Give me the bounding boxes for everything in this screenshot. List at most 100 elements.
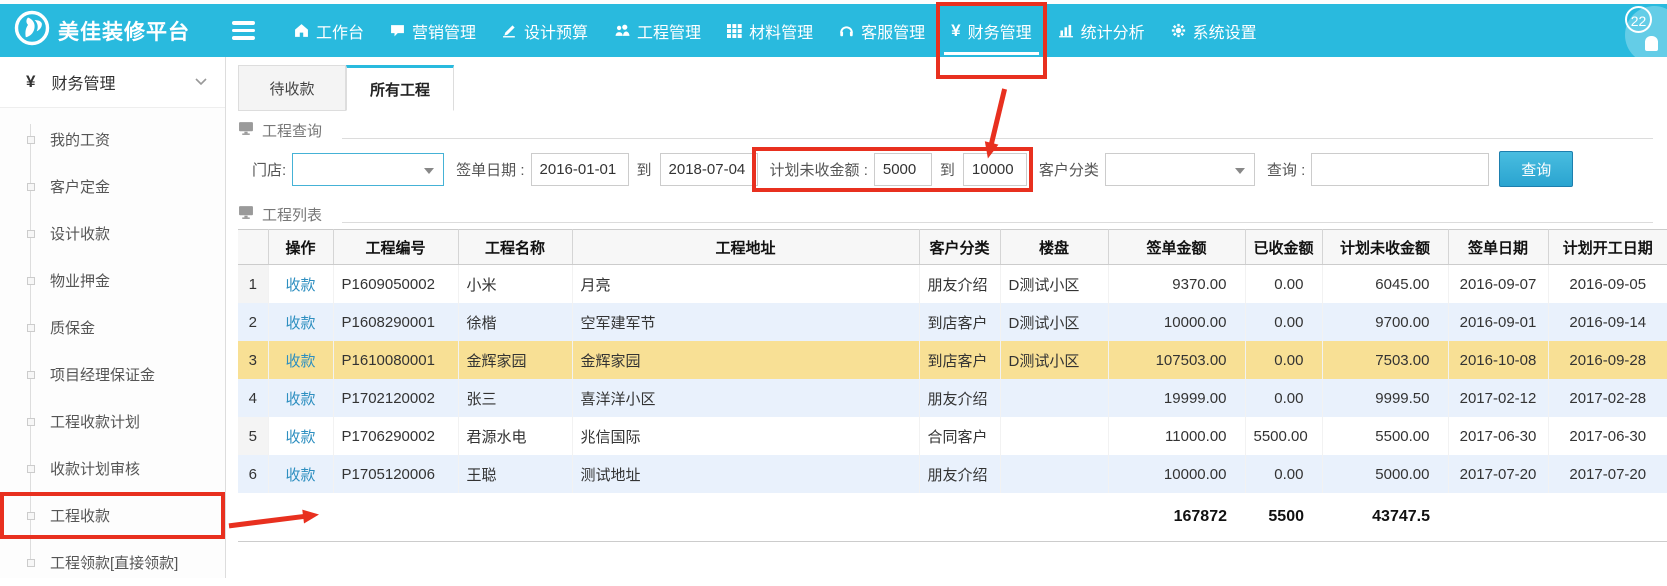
cell-estate: D测试小区 <box>1000 265 1108 304</box>
cell-category: 朋友介绍 <box>919 455 1000 493</box>
notification-badge[interactable]: 22 <box>1625 6 1667 64</box>
tab-all-projects[interactable]: 所有工程 <box>346 65 454 111</box>
cell-address: 空军建军节 <box>572 303 919 341</box>
cell-category: 到店客户 <box>919 341 1000 379</box>
column-header-received: 已收金额 <box>1245 230 1322 265</box>
sidebar-item-project-collection[interactable]: 工程收款 <box>0 492 225 539</box>
table-row[interactable]: 4收款P1702120002张三喜洋洋小区朋友介绍19999.000.00999… <box>238 379 1667 417</box>
column-header-planned: 计划未收金额 <box>1322 230 1448 265</box>
totals-row: 167872550043747.5 <box>238 493 1667 542</box>
sidebar-item-label: 我的工资 <box>50 129 110 150</box>
nav-item-customer-service[interactable]: 客服管理 <box>826 4 938 57</box>
menu-toggle-icon[interactable] <box>232 17 255 44</box>
to-label: 到 <box>940 159 955 180</box>
nav-item-statistics[interactable]: 统计分析 <box>1045 4 1158 57</box>
dropdown-arrow-icon <box>1235 168 1245 174</box>
store-label: 门店: <box>252 159 286 180</box>
collect-payment-link[interactable]: 收款 <box>285 353 315 370</box>
cell-index: 5 <box>238 417 268 455</box>
grid-icon <box>727 23 742 38</box>
sidebar-item-pm-guarantee[interactable]: 项目经理保证金 <box>0 351 225 398</box>
list-section-title: 工程列表 <box>238 201 1667 227</box>
table-row[interactable]: 2收款P1608290001徐楷空军建军节到店客户D测试小区10000.000.… <box>238 303 1667 341</box>
sidebar-item-label: 工程领款[直接领款] <box>50 552 178 573</box>
nav-item-label: 财务管理 <box>968 19 1032 43</box>
planned-amount-to-input[interactable] <box>963 153 1027 186</box>
top-nav: 工作台营销管理 设计预算 工程管理材料管理客服管理¥财务管理统计分析系统设置 <box>281 4 1270 57</box>
column-header-start_date: 计划开工日期 <box>1548 230 1667 265</box>
nav-item-marketing[interactable]: 营销管理 <box>377 4 489 57</box>
table-row[interactable]: 5收款P1706290002君源水电兆信国际合同客户11000.005500.0… <box>238 417 1667 455</box>
sidebar-item-label: 工程收款计划 <box>50 411 140 432</box>
collect-payment-link[interactable]: 收款 <box>285 277 315 294</box>
cell-index: 4 <box>238 379 268 417</box>
planned-amount-label: 计划未收金额 : <box>770 159 868 180</box>
cell-estate <box>1000 379 1108 417</box>
store-select[interactable] <box>292 153 444 186</box>
gear-icon <box>1171 23 1186 38</box>
nav-item-finance[interactable]: ¥财务管理 <box>938 4 1044 57</box>
search-button[interactable]: 查询 <box>1499 151 1573 187</box>
category-select[interactable] <box>1105 153 1255 186</box>
sidebar-item-project-withdrawal[interactable]: 工程领款[直接领款] <box>0 539 225 586</box>
collect-payment-link[interactable]: 收款 <box>285 391 315 408</box>
cell-action: 收款 <box>268 303 333 341</box>
cell-planned: 5500.00 <box>1322 417 1448 455</box>
keyword-input[interactable] <box>1311 153 1489 186</box>
sidebar-item-my-salary[interactable]: 我的工资 <box>0 116 225 163</box>
sidebar-menu: 我的工资客户定金设计收款物业押金质保金项目经理保证金工程收款计划收款计划审核工程… <box>0 108 225 586</box>
table-row[interactable]: 6收款P1705120006王聪测试地址朋友介绍10000.000.005000… <box>238 455 1667 493</box>
nav-item-settings[interactable]: 系统设置 <box>1158 4 1270 57</box>
table-row[interactable]: 1收款P1609050002小米月亮朋友介绍D测试小区9370.000.0060… <box>238 265 1667 304</box>
cell-received: 0.00 <box>1245 303 1322 341</box>
cell-category: 朋友介绍 <box>919 265 1000 304</box>
cell-planned: 6045.00 <box>1322 265 1448 304</box>
cell-name: 王聪 <box>458 455 572 493</box>
total-signed: 167872 <box>1108 493 1245 542</box>
cell-estate <box>1000 455 1108 493</box>
collect-payment-link[interactable]: 收款 <box>285 315 315 332</box>
cell-sign_date: 2017-06-30 <box>1448 417 1548 455</box>
keyword-label: 查询 : <box>1267 159 1305 180</box>
cell-estate <box>1000 417 1108 455</box>
table-row[interactable]: 3收款P1610080001金辉家园金辉家园到店客户D测试小区107503.00… <box>238 341 1667 379</box>
nav-item-materials[interactable]: 材料管理 <box>714 4 826 57</box>
column-header-signed: 签单金额 <box>1108 230 1245 265</box>
cell-received: 0.00 <box>1245 455 1322 493</box>
nav-item-workbench[interactable]: 工作台 <box>281 4 377 57</box>
cell-estate: D测试小区 <box>1000 303 1108 341</box>
planned-amount-from-input[interactable] <box>874 153 932 186</box>
cell-start_date: 2017-06-30 <box>1548 417 1667 455</box>
sidebar-item-collection-plan-review[interactable]: 收款计划审核 <box>0 445 225 492</box>
cell-action: 收款 <box>268 455 333 493</box>
brand[interactable]: 美佳装修平台 <box>0 10 226 51</box>
sidebar-item-customer-deposit[interactable]: 客户定金 <box>0 163 225 210</box>
sidebar-item-warranty-deposit[interactable]: 质保金 <box>0 304 225 351</box>
sidebar-header-finance[interactable]: ¥ 财务管理 <box>0 57 225 108</box>
sidebar-item-label: 工程收款 <box>50 505 110 526</box>
sidebar-item-project-collection-plan[interactable]: 工程收款计划 <box>0 398 225 445</box>
sidebar: ¥ 财务管理 我的工资客户定金设计收款物业押金质保金项目经理保证金工程收款计划收… <box>0 57 226 578</box>
collect-payment-link[interactable]: 收款 <box>285 429 315 446</box>
nav-item-label: 工程管理 <box>637 19 701 43</box>
cell-name: 金辉家园 <box>458 341 572 379</box>
monitor-icon <box>238 121 254 140</box>
sidebar-item-design-income[interactable]: 设计收款 <box>0 210 225 257</box>
nav-item-engineering[interactable]: 工程管理 <box>601 4 714 57</box>
sign-date-from-input[interactable] <box>531 153 629 186</box>
cell-address: 测试地址 <box>572 455 919 493</box>
brand-logo-icon <box>14 10 50 51</box>
cell-sign_date: 2016-09-07 <box>1448 265 1548 304</box>
cell-category: 朋友介绍 <box>919 379 1000 417</box>
cell-code: P1705120006 <box>333 455 458 493</box>
column-header-address: 工程地址 <box>572 230 919 265</box>
cell-action: 收款 <box>268 341 333 379</box>
collect-payment-link[interactable]: 收款 <box>285 467 315 484</box>
nav-item-design-budget[interactable]: 设计预算 <box>489 4 601 57</box>
column-header-estate: 楼盘 <box>1000 230 1108 265</box>
sidebar-item-property-deposit[interactable]: 物业押金 <box>0 257 225 304</box>
nav-item-label: 设计预算 <box>524 19 588 43</box>
tab-pending-collection[interactable]: 待收款 <box>238 65 346 111</box>
cell-code: P1702120002 <box>333 379 458 417</box>
sign-date-to-input[interactable] <box>660 153 758 186</box>
